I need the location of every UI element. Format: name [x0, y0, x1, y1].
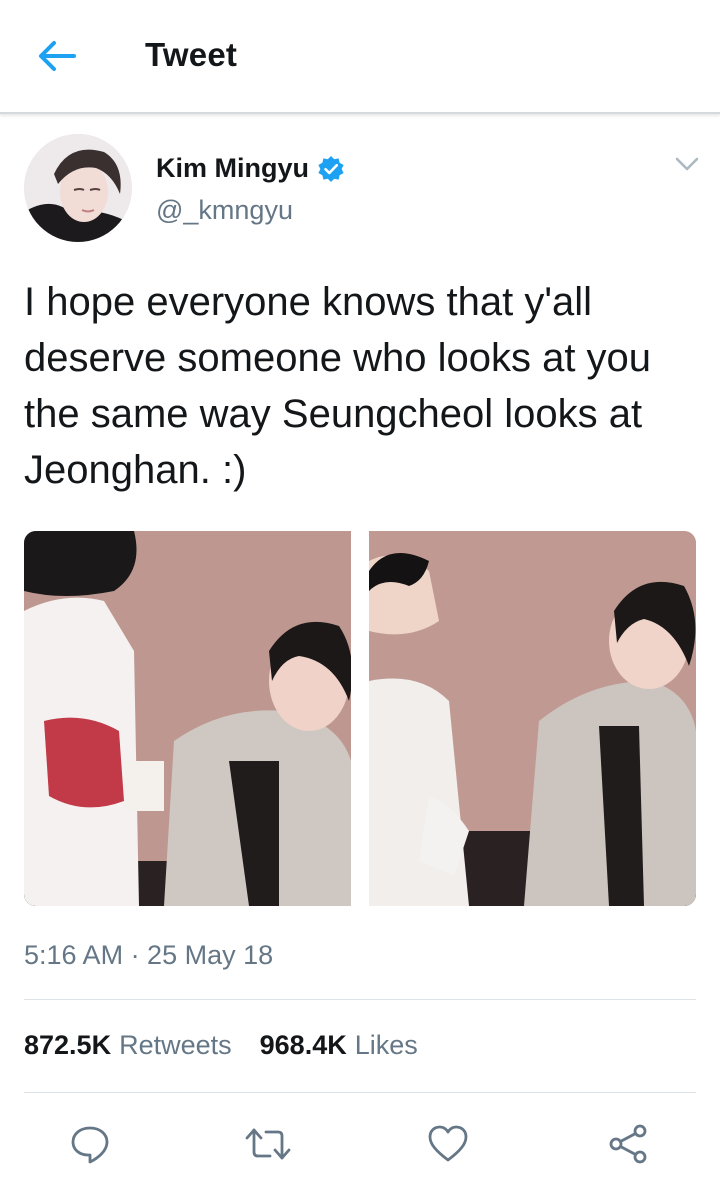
back-arrow-icon[interactable] — [34, 36, 78, 76]
share-icon[interactable] — [606, 1122, 650, 1166]
reply-icon[interactable] — [68, 1122, 112, 1166]
tweet-text: I hope everyone knows that y'all deserve… — [24, 280, 652, 492]
author-name[interactable]: Kim Mingyu — [156, 153, 309, 184]
author-name-row[interactable]: Kim Mingyu — [156, 153, 345, 184]
chevron-down-icon[interactable] — [672, 152, 702, 176]
tweet-stats: 872.5K Retweets 968.4K Likes — [24, 1030, 446, 1061]
action-bar — [0, 1112, 720, 1172]
author-handle[interactable]: @_kmngyu — [156, 195, 293, 226]
likes-label: Likes — [354, 1030, 418, 1060]
verified-badge-icon — [317, 155, 345, 183]
like-icon[interactable] — [426, 1122, 470, 1166]
page-title: Tweet — [145, 36, 238, 73]
retweet-icon[interactable] — [244, 1122, 291, 1166]
likes-stat[interactable]: 968.4K Likes — [260, 1030, 418, 1061]
top-bar: Tweet — [0, 0, 720, 114]
likes-count: 968.4K — [259, 1030, 347, 1060]
retweets-count: 872.5K — [24, 1030, 112, 1060]
retweets-stat[interactable]: 872.5K Retweets — [24, 1030, 232, 1061]
tweet-photo[interactable] — [24, 531, 351, 906]
divider — [24, 999, 696, 1000]
retweets-label: Retweets — [119, 1030, 232, 1060]
avatar[interactable] — [24, 134, 132, 242]
divider — [24, 1092, 696, 1093]
tweet-timestamp[interactable]: 5:16 AM · 25 May 18 — [24, 940, 273, 971]
tweet-photo[interactable] — [369, 531, 696, 906]
